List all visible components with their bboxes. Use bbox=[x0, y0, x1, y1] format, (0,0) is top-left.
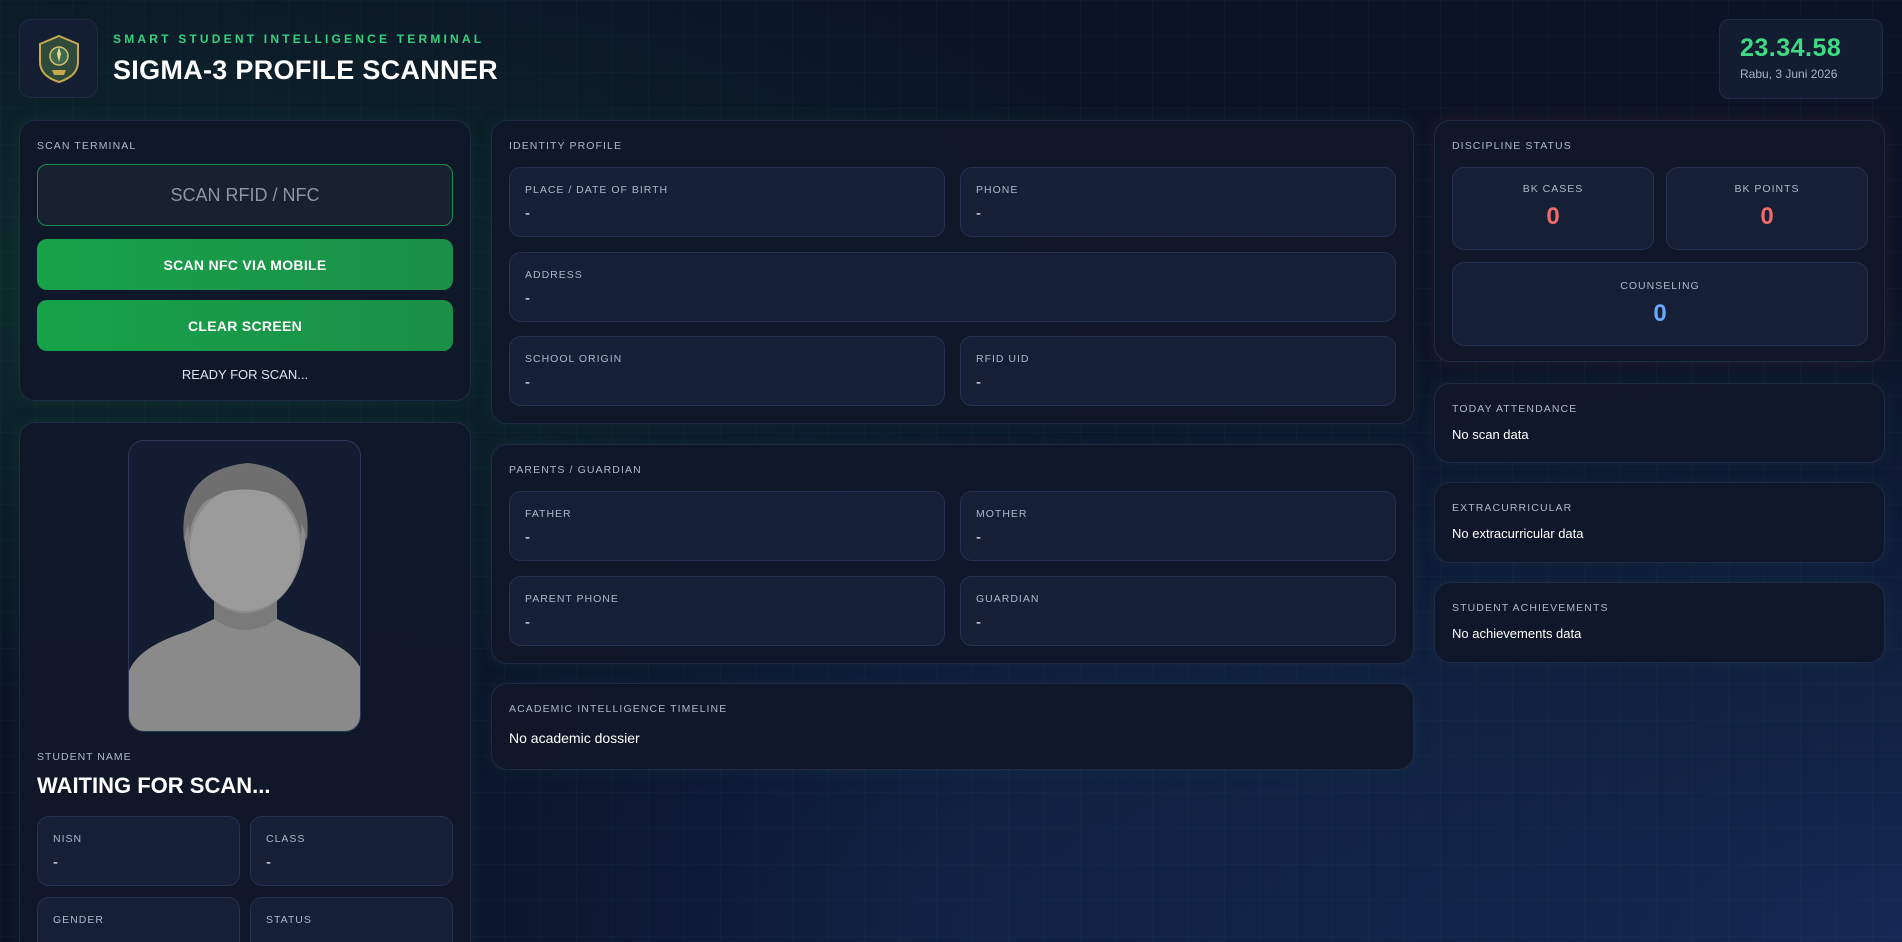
extracurricular-text: No extracurricular data bbox=[1452, 526, 1584, 541]
attendance-panel: TODAY ATTENDANCE No scan data bbox=[1434, 383, 1885, 463]
scan-nfc-mobile-button[interactable]: SCAN NFC VIA MOBILE bbox=[37, 239, 453, 290]
attendance-text: No scan data bbox=[1452, 427, 1529, 442]
achievements-title: STUDENT ACHIEVEMENTS bbox=[1452, 602, 1609, 614]
counseling-card: COUNSELING 0 bbox=[1452, 262, 1868, 346]
mother-label: MOTHER bbox=[976, 508, 1028, 520]
discipline-status-title: DISCIPLINE STATUS bbox=[1452, 140, 1572, 152]
father-label: FATHER bbox=[525, 508, 572, 520]
parent-phone-label: PARENT PHONE bbox=[525, 593, 619, 605]
extracurricular-title: EXTRACURRICULAR bbox=[1452, 502, 1573, 514]
academic-timeline-text: No academic dossier bbox=[509, 730, 640, 746]
rfid-uid-value: - bbox=[976, 374, 981, 391]
academic-timeline-title: ACADEMIC INTELLIGENCE TIMELINE bbox=[509, 703, 728, 715]
address-label: ADDRESS bbox=[525, 269, 583, 281]
counseling-label: COUNSELING bbox=[1620, 280, 1700, 292]
student-profile-panel: STUDENT NAME WAITING FOR SCAN... NISN - … bbox=[19, 422, 471, 942]
status-card: STATUS bbox=[250, 897, 453, 942]
app-header: SMART STUDENT INTELLIGENCE TERMINAL SIGM… bbox=[19, 19, 1883, 99]
scan-terminal-title: SCAN TERMINAL bbox=[37, 140, 137, 152]
bk-points-label: BK POINTS bbox=[1734, 183, 1800, 195]
clock-time: 23.34.58 bbox=[1740, 34, 1842, 62]
parent-phone-value: - bbox=[525, 614, 530, 631]
nisn-card: NISN - bbox=[37, 816, 240, 886]
clear-screen-button[interactable]: CLEAR SCREEN bbox=[37, 300, 453, 351]
scan-terminal-panel: SCAN TERMINAL SCAN NFC VIA MOBILE CLEAR … bbox=[19, 120, 471, 401]
father-value: - bbox=[525, 529, 530, 546]
class-card: CLASS - bbox=[250, 816, 453, 886]
attendance-title: TODAY ATTENDANCE bbox=[1452, 403, 1578, 415]
school-origin-value: - bbox=[525, 374, 530, 391]
school-emblem-icon bbox=[38, 34, 79, 83]
phone-value: - bbox=[976, 205, 981, 222]
birth-label: PLACE / DATE OF BIRTH bbox=[525, 184, 669, 196]
class-label: CLASS bbox=[266, 833, 306, 845]
app-title: SIGMA-3 PROFILE SCANNER bbox=[113, 55, 498, 85]
guardian-card: GUARDIAN - bbox=[960, 576, 1396, 646]
school-origin-label: SCHOOL ORIGIN bbox=[525, 353, 623, 365]
birth-value: - bbox=[525, 205, 530, 222]
rfid-uid-card: RFID UID - bbox=[960, 336, 1396, 406]
bk-cases-label: BK CASES bbox=[1522, 183, 1584, 195]
mother-value: - bbox=[976, 529, 981, 546]
academic-timeline-panel: ACADEMIC INTELLIGENCE TIMELINE No academ… bbox=[491, 683, 1414, 770]
student-name-label: STUDENT NAME bbox=[37, 751, 132, 763]
identity-profile-panel: IDENTITY PROFILE PLACE / DATE OF BIRTH -… bbox=[491, 120, 1414, 424]
birth-card: PLACE / DATE OF BIRTH - bbox=[509, 167, 945, 237]
guardian-value: - bbox=[976, 614, 981, 631]
rfid-scan-input[interactable] bbox=[37, 164, 453, 226]
gender-card: GENDER bbox=[37, 897, 240, 942]
class-value: - bbox=[266, 854, 271, 871]
avatar-placeholder-icon bbox=[129, 463, 360, 731]
nisn-label: NISN bbox=[53, 833, 83, 845]
bk-points-value: 0 bbox=[1760, 203, 1774, 230]
counseling-value: 0 bbox=[1653, 300, 1667, 327]
clock-widget: 23.34.58 Rabu, 3 Juni 2026 bbox=[1719, 19, 1883, 99]
father-card: FATHER - bbox=[509, 491, 945, 561]
rfid-uid-label: RFID UID bbox=[976, 353, 1030, 365]
parents-guardian-title: PARENTS / GUARDIAN bbox=[509, 464, 642, 476]
bk-points-card: BK POINTS 0 bbox=[1666, 167, 1868, 250]
achievements-panel: STUDENT ACHIEVEMENTS No achievements dat… bbox=[1434, 582, 1885, 663]
student-photo bbox=[128, 440, 361, 732]
school-origin-card: SCHOOL ORIGIN - bbox=[509, 336, 945, 406]
discipline-status-panel: DISCIPLINE STATUS BK CASES 0 BK POINTS 0… bbox=[1434, 120, 1885, 362]
phone-card: PHONE - bbox=[960, 167, 1396, 237]
bk-cases-card: BK CASES 0 bbox=[1452, 167, 1654, 250]
school-logo bbox=[19, 19, 98, 98]
student-name: WAITING FOR SCAN... bbox=[37, 773, 271, 798]
scan-status-text: READY FOR SCAN... bbox=[181, 367, 309, 382]
phone-label: PHONE bbox=[976, 184, 1019, 196]
guardian-label: GUARDIAN bbox=[976, 593, 1040, 605]
status-label: STATUS bbox=[266, 914, 312, 926]
gender-label: GENDER bbox=[53, 914, 104, 926]
mother-card: MOTHER - bbox=[960, 491, 1396, 561]
bk-cases-value: 0 bbox=[1546, 203, 1560, 230]
app-subtitle: SMART STUDENT INTELLIGENCE TERMINAL bbox=[113, 32, 485, 46]
parent-phone-card: PARENT PHONE - bbox=[509, 576, 945, 646]
extracurricular-panel: EXTRACURRICULAR No extracurricular data bbox=[1434, 482, 1885, 563]
address-value: - bbox=[525, 290, 530, 307]
address-card: ADDRESS - bbox=[509, 252, 1396, 322]
clock-date: Rabu, 3 Juni 2026 bbox=[1740, 67, 1838, 81]
parents-guardian-panel: PARENTS / GUARDIAN FATHER - MOTHER - PAR… bbox=[491, 444, 1414, 664]
identity-profile-title: IDENTITY PROFILE bbox=[509, 140, 623, 152]
nisn-value: - bbox=[53, 854, 58, 871]
achievements-text: No achievements data bbox=[1452, 626, 1582, 641]
